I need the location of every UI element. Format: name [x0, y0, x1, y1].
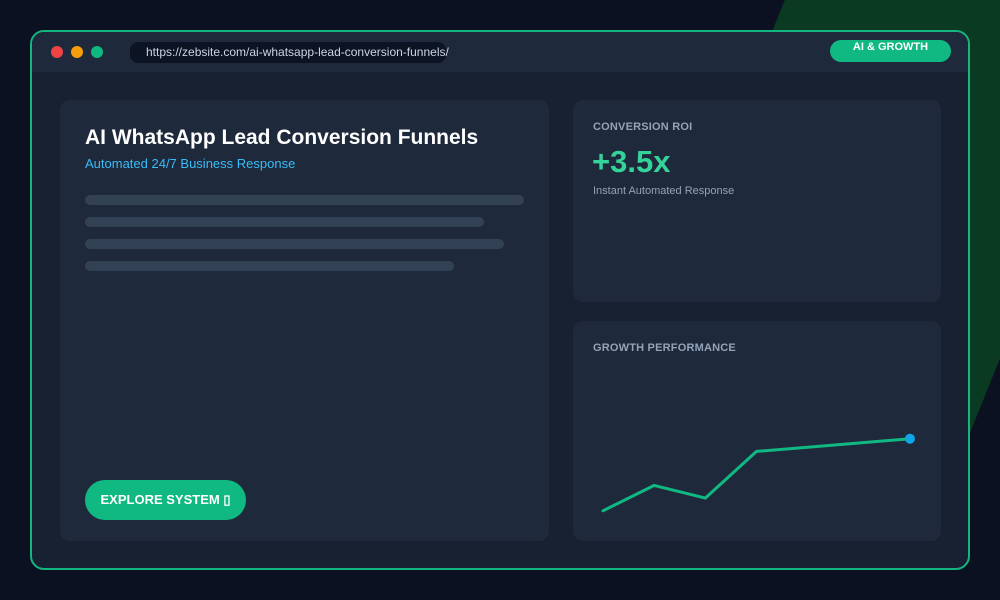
growth-performance-card: GROWTH PERFORMANCE: [573, 321, 941, 541]
skeleton-line: [85, 217, 484, 227]
roi-card-label: CONVERSION ROI: [593, 121, 693, 133]
skeleton-line: [85, 195, 524, 205]
minimize-window-dot[interactable]: [71, 46, 83, 58]
skeleton-line: [85, 261, 454, 271]
roi-caption: Instant Automated Response: [593, 185, 735, 197]
roi-value: +3.5x: [592, 144, 671, 179]
explore-system-button[interactable]: EXPLORE SYSTEM ▯: [85, 480, 246, 520]
growth-endpoint-marker: [905, 433, 915, 444]
address-bar[interactable]: https://zebsite.com/ai-whatsapp-lead-con…: [130, 42, 449, 63]
close-window-dot[interactable]: [51, 46, 63, 58]
conversion-roi-card: CONVERSION ROI +3.5x Instant Automated R…: [573, 100, 941, 302]
page-subtitle: Automated 24/7 Business Response: [85, 156, 296, 171]
growth-series-line: [601, 437, 912, 513]
skeleton-line: [85, 239, 504, 249]
maximize-window-dot[interactable]: [91, 46, 103, 58]
browser-window: https://zebsite.com/ai-whatsapp-lead-con…: [30, 30, 970, 570]
page-title: AI WhatsApp Lead Conversion Funnels: [85, 126, 479, 149]
category-badge[interactable]: AI & GROWTH: [830, 40, 951, 62]
growth-line-chart: [601, 433, 915, 513]
browser-titlebar: https://zebsite.com/ai-whatsapp-lead-con…: [32, 32, 968, 72]
main-content-card: AI WhatsApp Lead Conversion Funnels Auto…: [60, 100, 549, 541]
